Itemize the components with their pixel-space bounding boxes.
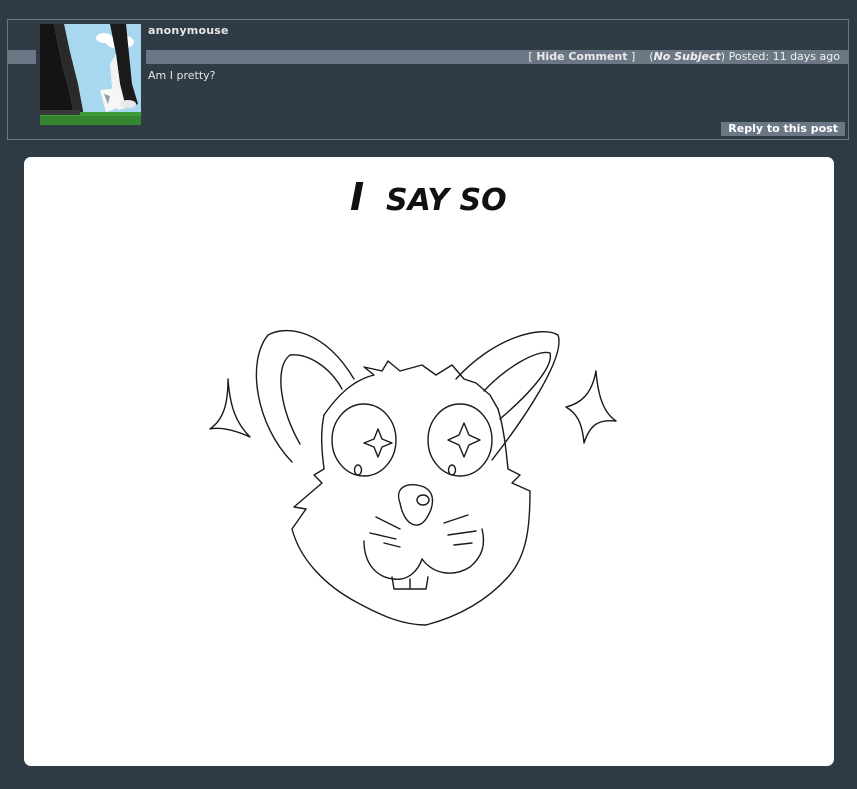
right-ear-outer xyxy=(455,331,560,461)
comment-username[interactable]: anonymouse xyxy=(148,24,229,37)
whisker-right-3 xyxy=(453,542,473,546)
page: anonymouse [ Hide Comment ] (No Subject)… xyxy=(0,0,857,789)
post-image-panel: I SAY SO xyxy=(24,157,834,766)
comment-subject: No Subject xyxy=(653,50,721,63)
avatar-image xyxy=(40,24,141,125)
left-jaw xyxy=(291,414,427,626)
whisker-left-2 xyxy=(369,532,397,540)
whisker-left-3 xyxy=(383,542,401,548)
right-eye-sparkle xyxy=(447,422,481,458)
right-eye-shine xyxy=(447,464,457,476)
left-eye xyxy=(331,403,397,477)
right-sparkle xyxy=(565,370,617,444)
caption-rest: SAY SO xyxy=(386,183,507,218)
avatar[interactable] xyxy=(40,24,141,125)
posted-time: 11 days ago xyxy=(772,50,840,63)
caption-big-i: I xyxy=(350,175,364,219)
mouth-left xyxy=(363,540,423,580)
hide-comment-link[interactable]: Hide Comment xyxy=(536,50,627,63)
reply-button[interactable]: Reply to this post xyxy=(721,122,845,136)
whisker-right-2 xyxy=(447,530,477,536)
mouth-right xyxy=(421,528,485,574)
nose xyxy=(397,484,434,526)
comment-meta: [ Hide Comment ] (No Subject) Posted: 11… xyxy=(528,50,840,64)
hide-bracket-open: [ xyxy=(528,50,533,63)
right-ear-inner xyxy=(483,351,552,420)
mouse-face-drawing-icon: I SAY SO xyxy=(209,175,617,626)
whisker-left-1 xyxy=(375,516,401,530)
posted-label: Posted: xyxy=(728,50,770,63)
whisker-right-1 xyxy=(443,514,469,524)
comment-body: Am I pretty? xyxy=(148,69,216,82)
left-eye-shine xyxy=(353,464,363,476)
subject-paren-close: ) xyxy=(720,50,726,63)
nose-highlight xyxy=(416,494,430,506)
right-eye xyxy=(427,403,493,477)
comment-box: anonymouse [ Hide Comment ] (No Subject)… xyxy=(7,19,849,140)
left-sparkle xyxy=(209,378,251,438)
hide-bracket-close: ] xyxy=(630,50,636,63)
left-eye-sparkle xyxy=(363,428,393,458)
